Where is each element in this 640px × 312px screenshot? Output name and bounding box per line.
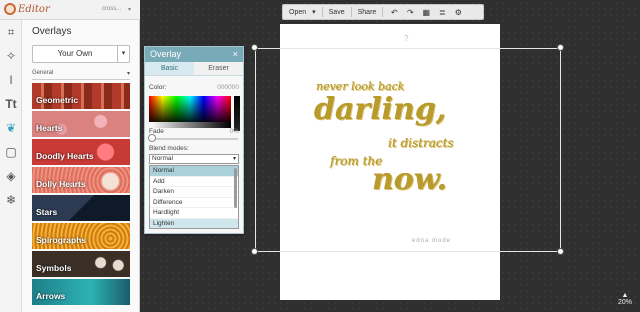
fade-value: 0% [229, 128, 239, 135]
overlay-tile-dolly-hearts[interactable]: Dolly Hearts [32, 167, 130, 193]
overlay-tile-geometric[interactable]: Geometric [32, 83, 130, 109]
chevron-down-icon[interactable]: ▾ [312, 8, 316, 16]
tile-label: Doodly Hearts [36, 151, 94, 161]
quote-line: now. [372, 162, 448, 197]
resize-handle-top-right[interactable] [557, 44, 564, 51]
brush-icon[interactable]: ǀ [3, 72, 19, 88]
color-row: Color: 000000 [149, 84, 239, 91]
app-header: Editor cross... ▾ [0, 0, 140, 20]
subcategory-label: General [32, 70, 54, 76]
overlay-tile-hearts[interactable]: Hearts [32, 111, 130, 137]
resize-handle-bottom-left[interactable] [251, 248, 258, 255]
subcategory-dropdown[interactable]: General ▾ [32, 70, 130, 80]
divider [382, 7, 384, 17]
crop-icon[interactable]: ⌗ [3, 24, 19, 40]
save-button[interactable]: Save [329, 9, 345, 16]
color-spectrum[interactable] [149, 96, 231, 122]
magic-wand-icon[interactable]: ✧ [3, 48, 19, 64]
chevron-down-icon: ▾ [126, 71, 130, 77]
quote-attribution: edna mode [412, 238, 452, 244]
share-button[interactable]: Share [358, 9, 377, 16]
snowflake-icon[interactable]: ❄ [3, 192, 19, 208]
category-dropdown[interactable]: Your Own ▾ [32, 45, 130, 63]
chevron-down-icon[interactable]: ▾ [117, 46, 129, 62]
blend-mode-value: Normal [152, 155, 173, 162]
tile-label: Hearts [36, 123, 63, 133]
layers-icon[interactable]: ≣ [437, 8, 447, 17]
rotate-handle-icon[interactable]: ? [404, 34, 408, 43]
tab-eraser[interactable]: Eraser [194, 62, 243, 75]
frame-icon[interactable]: ▢ [3, 144, 19, 160]
overlay-tile-spirographs[interactable]: Spirographs [32, 223, 130, 249]
resize-handle-top-left[interactable] [251, 44, 258, 51]
butterfly-icon[interactable]: ❦ [3, 120, 19, 136]
redo-icon[interactable]: ↷ [405, 8, 415, 17]
blend-mode-list: Normal Add Darken Difference Hardlight L… [149, 165, 239, 229]
blend-option-difference[interactable]: Difference [150, 198, 238, 208]
tab-basic[interactable]: Basic [145, 62, 194, 75]
list-scrollbar[interactable] [234, 168, 237, 208]
quote-line: darling, [314, 92, 447, 127]
divider [350, 7, 352, 17]
dialog-tabs: Basic Eraser [145, 62, 243, 76]
tool-rail: ⌗ ✧ ǀ Tt ❦ ▢ ◈ ❄ [0, 20, 22, 312]
quote-line: it distracts [388, 136, 454, 150]
settings-icon[interactable]: ⚙ [453, 8, 463, 17]
overlay-tile-symbols[interactable]: Symbols [32, 251, 130, 277]
dialog-header[interactable]: Overlay × [145, 47, 243, 62]
open-button[interactable]: Open [289, 9, 306, 16]
chevron-down-icon: ▾ [232, 156, 236, 162]
panel-title: Overlays [32, 26, 72, 37]
fade-row: Fade 0% [149, 128, 239, 135]
logo-text: Editor [18, 3, 50, 15]
undo-icon[interactable]: ↶ [389, 8, 399, 17]
tile-label: Spirographs [36, 235, 87, 245]
user-menu-label[interactable]: cross... [102, 6, 121, 12]
blend-option-hardlight[interactable]: Hardlight [150, 208, 238, 219]
app-logo[interactable]: Editor [4, 3, 50, 15]
logo-icon [4, 3, 16, 15]
blend-option-normal[interactable]: Normal [150, 166, 238, 177]
file-toolbar: Open ▾ Save Share ↶ ↷ ▦ ≣ ⚙ [282, 4, 484, 20]
close-icon[interactable]: × [233, 47, 238, 62]
color-value[interactable]: 000000 [217, 84, 239, 91]
color-label: Color: [149, 84, 167, 91]
image-icon[interactable]: ▦ [421, 8, 431, 17]
divider [321, 7, 323, 17]
resize-handle-bottom-right[interactable] [557, 248, 564, 255]
category-label: Your Own [57, 49, 93, 58]
zoom-icon: ▲ [621, 292, 629, 299]
color-value-bar[interactable] [234, 96, 240, 131]
blend-option-lighten[interactable]: Lighten [150, 218, 238, 228]
dialog-title: Overlay [150, 49, 182, 59]
tile-label: Stars [36, 207, 58, 217]
zoom-value: 20% [617, 299, 632, 306]
user-menu-caret-icon[interactable]: ▾ [128, 6, 131, 13]
fade-slider-track[interactable] [150, 138, 238, 140]
quote-artwork: never look back darling, it distracts fr… [310, 66, 480, 226]
blend-option-darken[interactable]: Darken [150, 187, 238, 198]
tile-label: Symbols [36, 263, 72, 273]
fade-slider-thumb[interactable] [148, 134, 156, 142]
overlay-tile-arrows[interactable]: Arrows [32, 279, 130, 305]
tile-label: Geometric [36, 95, 79, 105]
texture-icon[interactable]: ◈ [3, 168, 19, 184]
blend-mode-select[interactable]: Normal ▾ [149, 154, 239, 164]
overlay-tile-stars[interactable]: Stars [32, 195, 130, 221]
blend-modes-label: Blend modes: [149, 145, 189, 152]
overlay-tile-list: Geometric Hearts Doodly Hearts Dolly Hea… [32, 83, 130, 307]
tile-label: Dolly Hearts [36, 179, 86, 189]
blend-option-add[interactable]: Add [150, 177, 238, 187]
overlays-panel: Overlays Your Own ▾ General ▾ Geometric … [22, 20, 140, 312]
text-icon[interactable]: Tt [3, 96, 19, 112]
overlay-tile-doodly-hearts[interactable]: Doodly Hearts [32, 139, 130, 165]
zoom-indicator[interactable]: ▲ 20% [618, 292, 632, 306]
tile-label: Arrows [36, 291, 66, 301]
